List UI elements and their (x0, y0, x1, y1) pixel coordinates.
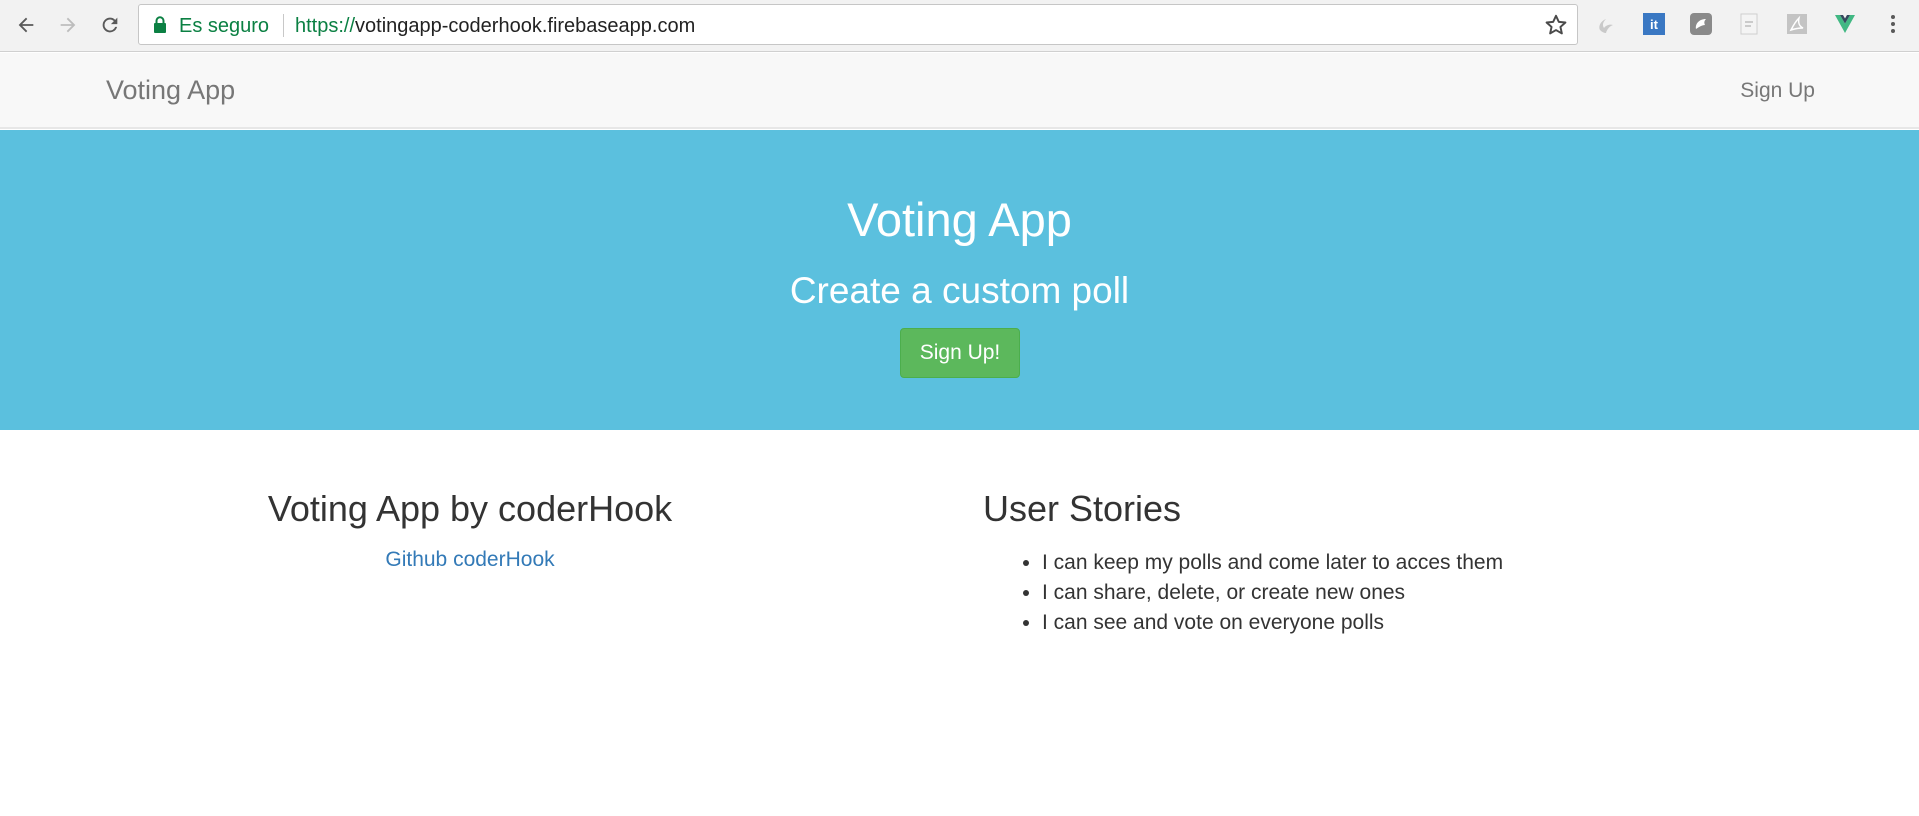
hero-jumbotron: Voting App Create a custom poll Sign Up! (0, 130, 1919, 430)
user-stories-section: User Stories I can keep my polls and com… (983, 488, 1683, 638)
navbar-brand[interactable]: Voting App (106, 75, 235, 106)
about-heading: Voting App by coderHook (267, 488, 673, 529)
reload-icon (102, 17, 118, 33)
vue-devtools-icon[interactable] (1832, 11, 1858, 37)
user-stories-list: I can keep my polls and come later to ac… (1042, 548, 1683, 638)
arrow-left-icon (18, 17, 34, 33)
browser-toolbar: Es seguro https://votingapp-coderhook.fi… (0, 0, 1919, 52)
signup-button[interactable]: Sign Up! (900, 328, 1020, 378)
reload-button[interactable] (95, 10, 125, 40)
github-link[interactable]: Github coderHook (385, 548, 554, 572)
user-stories-heading: User Stories (983, 488, 1182, 529)
hero-subtitle: Create a custom poll (789, 270, 1130, 311)
back-button[interactable] (11, 10, 41, 40)
list-item: I can see and vote on everyone polls (1042, 608, 1683, 638)
url-scheme: https:// (295, 15, 356, 37)
chat-extension-icon[interactable] (1688, 11, 1714, 37)
it-extension-icon[interactable]: it (1641, 11, 1667, 37)
forward-button[interactable] (53, 10, 83, 40)
navbar-signup-link[interactable]: Sign Up (1740, 79, 1815, 103)
page-extension-icon[interactable] (1736, 11, 1762, 37)
chrome-menu-button[interactable] (1880, 11, 1906, 37)
hero-title: Voting App (847, 193, 1072, 246)
more-vert-icon (1891, 15, 1895, 33)
swirl-extension-icon[interactable] (1593, 11, 1619, 37)
navbar: Voting App Sign Up (0, 53, 1919, 129)
omnibox-divider (283, 14, 284, 37)
list-item: I can keep my polls and come later to ac… (1042, 548, 1683, 578)
secure-label[interactable]: Es seguro (179, 15, 269, 38)
url-host: votingapp-coderhook.firebaseapp.com (355, 15, 696, 37)
svg-text:it: it (1650, 17, 1659, 32)
address-bar[interactable]: Es seguro https://votingapp-coderhook.fi… (138, 4, 1578, 45)
arrow-right-icon (60, 17, 76, 33)
url-text[interactable]: https://votingapp-coderhook.firebaseapp.… (295, 15, 695, 38)
list-item: I can share, delete, or create new ones (1042, 578, 1683, 608)
lock-icon (154, 16, 166, 33)
about-section: Voting App by coderHook Github coderHook (265, 488, 675, 572)
star-icon[interactable] (1543, 12, 1569, 38)
pdf-extension-icon[interactable] (1784, 11, 1810, 37)
